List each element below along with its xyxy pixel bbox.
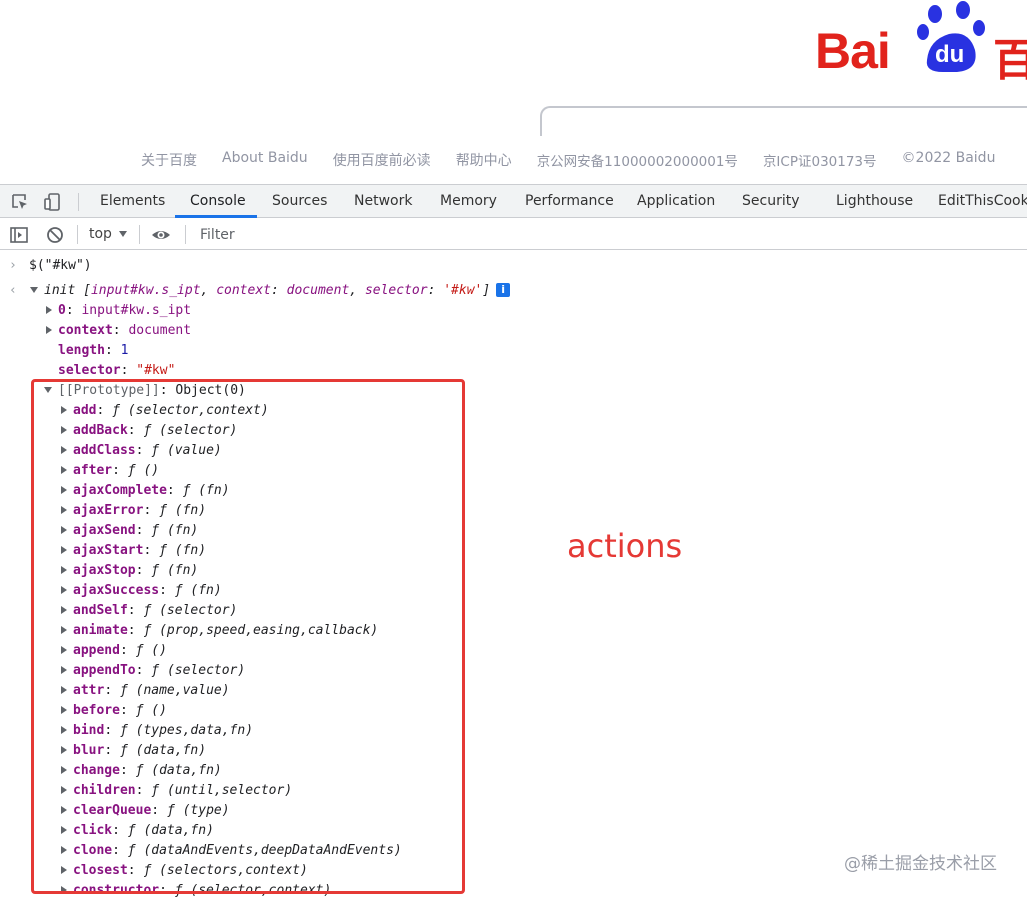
inspect-element-icon[interactable] (10, 192, 30, 212)
tab-separator (78, 193, 79, 211)
annotation-label: actions (567, 527, 683, 565)
footer-links: 关于百度 About Baidu 使用百度前必读 帮助中心 京公网安备11000… (141, 150, 1027, 170)
prop-row[interactable]: 0: input#kw.s_ipt (46, 301, 191, 321)
console-command: $("#kw") (29, 258, 92, 273)
footer-link[interactable]: 帮助中心 (456, 150, 512, 170)
baidu-paw-icon: du (917, 1, 985, 72)
prop-row: selector: "#kw" (58, 363, 176, 378)
tab-performance[interactable]: Performance (525, 185, 614, 218)
console-result-line[interactable]: ‹ init [input#kw.s_ipt, context: documen… (0, 281, 560, 301)
context-select[interactable]: top (89, 219, 112, 250)
watermark: @稀土掘金技术社区 (844, 854, 997, 874)
expand-triangle-icon[interactable] (46, 306, 52, 314)
result-arrow-icon: ‹ (9, 283, 17, 298)
footer-link[interactable]: 京公网安备11000002000001号 (537, 150, 738, 170)
footer-link[interactable]: About Baidu (222, 150, 308, 170)
filter-input[interactable] (192, 222, 1027, 247)
prop-row: length: 1 (58, 343, 129, 358)
tab-memory[interactable]: Memory (440, 185, 497, 218)
baidu-page: Bai du 百 关于百度 About Baidu 使用百度前必读 帮助中心 京… (0, 0, 1027, 182)
logo-paw-text: du (935, 41, 964, 68)
console-output: › $("#kw") ‹ init [input#kw.s_ipt, conte… (0, 251, 1027, 897)
prompt-chevron-icon: › (9, 258, 17, 273)
console-input-line: › $("#kw") (0, 256, 400, 276)
highlight-box (31, 379, 465, 894)
result-element: input#kw.s_ipt (90, 283, 201, 298)
tab-elements[interactable]: Elements (100, 185, 165, 218)
chevron-down-icon[interactable] (119, 231, 127, 237)
tab-sources[interactable]: Sources (272, 185, 327, 218)
toolbar-separator (77, 225, 78, 244)
prop-row[interactable]: context: document (46, 321, 191, 341)
footer-link[interactable]: 使用百度前必读 (333, 150, 431, 170)
clear-console-icon[interactable] (45, 225, 65, 245)
info-icon[interactable]: i (496, 283, 511, 297)
toolbar-separator (139, 225, 140, 244)
tab-application[interactable]: Application (637, 185, 715, 218)
tab-editthiscookie[interactable]: EditThisCooki (938, 185, 1027, 218)
tab-security[interactable]: Security (742, 185, 800, 218)
tab-network[interactable]: Network (354, 185, 412, 218)
tab-lighthouse[interactable]: Lighthouse (836, 185, 913, 218)
footer-link[interactable]: ©2022 Baidu (902, 150, 996, 170)
expand-triangle-icon[interactable] (46, 326, 52, 334)
expand-triangle-icon[interactable] (30, 287, 38, 293)
active-tab-indicator (175, 215, 257, 218)
toolbar-separator (185, 225, 186, 244)
search-input[interactable] (540, 106, 1027, 136)
baidu-logo[interactable]: Bai du 百 (815, 0, 1027, 86)
footer-link[interactable]: 关于百度 (141, 150, 197, 170)
sidebar-toggle-icon[interactable] (9, 225, 29, 245)
device-toggle-icon[interactable] (43, 192, 63, 212)
footer-link[interactable]: 京ICP证030173号 (763, 150, 877, 170)
live-expression-eye-icon[interactable] (151, 225, 171, 245)
console-toolbar: top (0, 219, 1027, 250)
logo-text: Bai (815, 23, 891, 79)
tab-console[interactable]: Console (190, 185, 246, 218)
devtools-tab-bar: Elements Console Sources Network Memory … (0, 184, 1027, 218)
result-type: init (44, 283, 76, 298)
logo-suffix: 百 (993, 35, 1027, 86)
